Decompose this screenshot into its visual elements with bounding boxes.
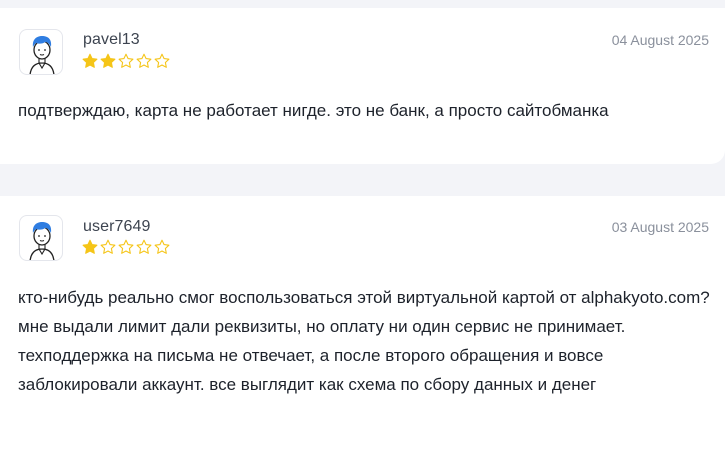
avatar [19, 215, 63, 261]
star-outline-icon [118, 239, 134, 254]
review-card: user7649 03 August 2025 кто-нибудь реаль… [0, 196, 725, 458]
star-outline-icon [136, 239, 152, 254]
star-outline-icon [100, 239, 116, 254]
rating-stars [82, 239, 170, 255]
review-date: 04 August 2025 [611, 32, 709, 48]
star-filled-icon [82, 239, 98, 254]
star-filled-icon [82, 53, 98, 68]
user-avatar-icon [29, 222, 55, 260]
review-date: 03 August 2025 [611, 219, 709, 235]
review-username: pavel13 [83, 31, 140, 48]
star-outline-icon [136, 53, 152, 68]
rating-stars [82, 53, 170, 69]
star-filled-icon [100, 53, 116, 68]
star-outline-icon [118, 53, 134, 68]
review-text: кто-нибудь реально смог воспользоваться … [18, 288, 710, 394]
star-outline-icon [154, 239, 170, 254]
user-avatar-icon [29, 36, 55, 74]
avatar [19, 29, 63, 75]
star-outline-icon [154, 53, 170, 68]
review-text: подтверждаю, карта не работает нигде. эт… [18, 101, 609, 120]
review-username: user7649 [83, 218, 151, 235]
review-card: pavel13 04 August 2025 подтверждаю, карт… [0, 8, 725, 164]
